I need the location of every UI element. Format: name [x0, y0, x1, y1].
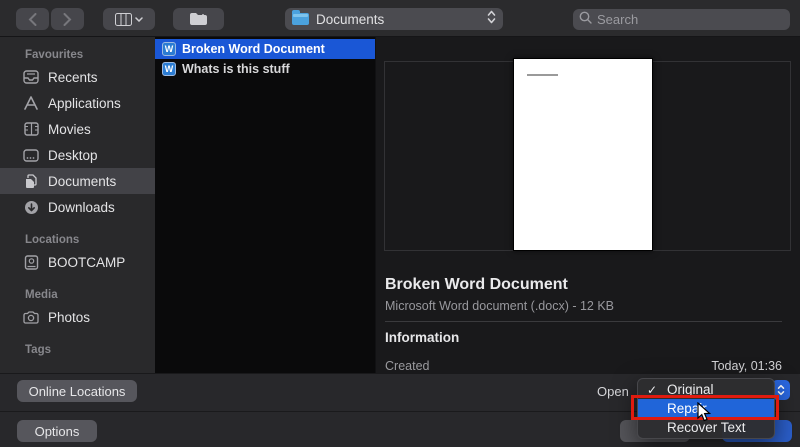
information-header: Information — [385, 330, 459, 345]
search-icon — [579, 11, 592, 29]
desktop-icon — [22, 146, 40, 164]
column-view-icon — [115, 13, 132, 26]
sidebar-item-downloads[interactable]: Downloads — [0, 194, 155, 220]
photos-icon — [22, 308, 40, 326]
documents-icon — [22, 172, 40, 190]
preview-subtitle: Microsoft Word document (.docx) - 12 KB — [385, 299, 614, 313]
sidebar-item-recents[interactable]: Recents — [0, 64, 155, 90]
sidebar-item-label: Movies — [48, 122, 91, 137]
back-button[interactable] — [16, 8, 49, 30]
sidebar-item-label: Applications — [48, 96, 121, 111]
sidebar-item-applications[interactable]: Applications — [0, 90, 155, 116]
sidebar-section-locations: Locations — [0, 234, 155, 246]
folder-icon — [292, 13, 309, 25]
mouse-cursor-icon — [697, 402, 712, 428]
preview-title: Broken Word Document — [385, 276, 568, 294]
sidebar-section-media: Media — [0, 289, 155, 301]
file-row-broken-word-document[interactable]: W Broken Word Document — [155, 39, 375, 59]
word-doc-icon: W — [162, 62, 176, 76]
chevron-down-icon — [135, 17, 143, 22]
file-list: W Broken Word Document W Whats is this s… — [155, 37, 375, 373]
recents-icon — [22, 68, 40, 86]
new-folder-icon — [189, 12, 208, 26]
info-row-created: Created Today, 01:36 — [385, 359, 782, 373]
file-row-whats-is-this-stuff[interactable]: W Whats is this stuff — [155, 59, 375, 79]
info-label: Created — [385, 359, 429, 373]
info-value: Today, 01:36 — [711, 359, 782, 373]
sidebar-item-label: Desktop — [48, 148, 98, 163]
search-input[interactable] — [597, 12, 784, 27]
forward-button[interactable] — [51, 8, 84, 30]
view-mode-button[interactable] — [103, 8, 155, 30]
sidebar-item-label: Documents — [48, 174, 116, 189]
divider — [385, 321, 782, 322]
sidebar-item-documents[interactable]: Documents — [0, 168, 155, 194]
document-page-thumbnail — [513, 58, 653, 251]
sidebar-section-tags: Tags — [0, 344, 155, 356]
word-doc-icon: W — [162, 42, 176, 56]
sidebar-item-label: Recents — [48, 70, 98, 85]
sidebar: Favourites Recents Applications Movies — [0, 37, 155, 373]
document-text-line — [527, 74, 558, 76]
location-popup-value: Documents — [316, 12, 487, 27]
sidebar-item-label: Photos — [48, 310, 90, 325]
applications-icon — [22, 94, 40, 112]
search-field[interactable] — [573, 9, 790, 30]
options-button[interactable]: Options — [17, 420, 97, 442]
sidebar-item-bootcamp[interactable]: BOOTCAMP — [0, 249, 155, 275]
updown-chevrons-icon — [487, 10, 496, 29]
open-popup-label: Open — [597, 384, 629, 399]
downloads-icon — [22, 198, 40, 216]
file-name: Broken Word Document — [182, 42, 325, 56]
new-folder-button[interactable] — [173, 8, 224, 30]
sidebar-item-label: BOOTCAMP — [48, 255, 125, 270]
chevron-right-icon — [63, 13, 72, 26]
chevron-left-icon — [28, 13, 37, 26]
sidebar-section-favourites: Favourites — [0, 49, 155, 61]
file-name: Whats is this stuff — [182, 62, 290, 76]
preview-pane: Broken Word Document Microsoft Word docu… — [375, 37, 800, 373]
online-locations-button[interactable]: Online Locations — [17, 380, 137, 402]
movies-icon — [22, 120, 40, 138]
sidebar-item-movies[interactable]: Movies — [0, 116, 155, 142]
drive-icon — [22, 253, 40, 271]
sidebar-item-desktop[interactable]: Desktop — [0, 142, 155, 168]
finder-open-dialog: Documents Favourites Recents — [0, 0, 800, 447]
toolbar: Documents — [0, 0, 800, 37]
location-popup[interactable]: Documents — [285, 8, 503, 30]
sidebar-item-label: Downloads — [48, 200, 115, 215]
sidebar-item-photos[interactable]: Photos — [0, 304, 155, 330]
